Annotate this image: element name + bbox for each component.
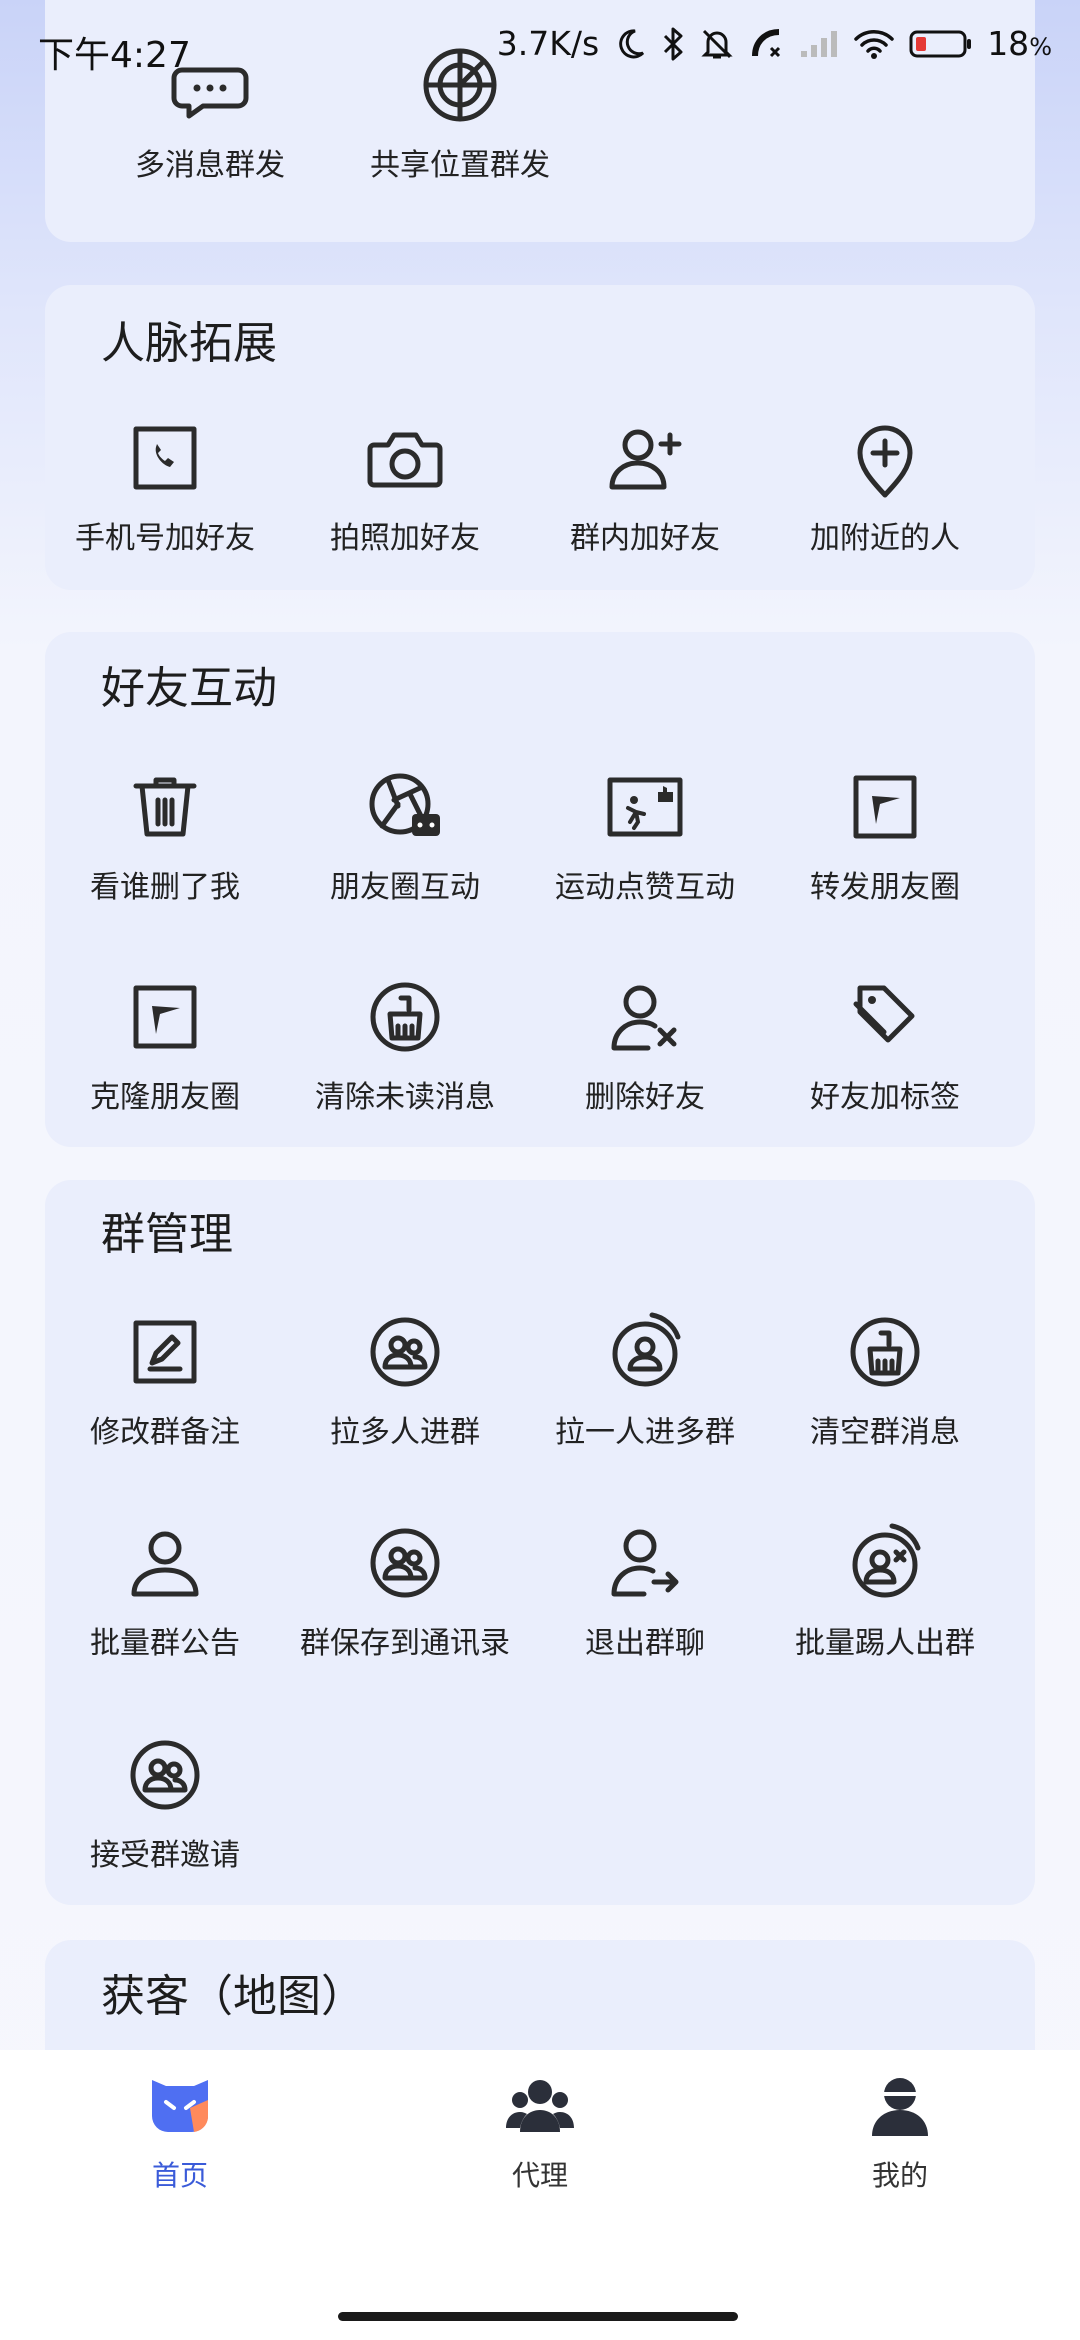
status-time: 下午4:27 (38, 35, 191, 76)
user-circle-icon (600, 1307, 690, 1397)
camera-icon (360, 413, 450, 503)
edit-group-remark-item[interactable]: 修改群备注 (45, 1307, 285, 1451)
tab-profile[interactable]: 我的 (780, 2070, 1020, 2194)
call-forward-icon (749, 26, 785, 62)
kick-user-icon (840, 1518, 930, 1608)
bell-off-icon (699, 26, 735, 62)
group-accept-icon (120, 1730, 210, 1820)
who-deleted-me-item[interactable]: 看谁删了我 (45, 762, 285, 906)
battery-percent: 18% (987, 24, 1052, 63)
tag-icon (840, 972, 930, 1062)
group-management-card: 群管理 修改群备注 拉多人进群 拉一人进多群 清空群消息 批量群公告 群保存到通… (45, 1180, 1035, 1905)
section-title: 好友互动 (101, 663, 277, 714)
exit-user-icon (600, 1518, 690, 1608)
network-speed: 3.7K/s (496, 24, 600, 63)
forward-moments-item[interactable]: 转发朋友圈 (765, 762, 1005, 906)
battery-icon (909, 29, 973, 59)
clone-icon (120, 972, 210, 1062)
home-logo-icon (144, 2070, 216, 2142)
group-icon (360, 1307, 450, 1397)
remove-user-icon (600, 972, 690, 1062)
pull-many-into-group-item[interactable]: 拉多人进群 (285, 1307, 525, 1451)
clear-group-messages-item[interactable]: 清空群消息 (765, 1307, 1005, 1451)
accept-group-invite-item[interactable]: 接受群邀请 (45, 1730, 285, 1874)
location-plus-icon (840, 413, 930, 503)
agents-icon (504, 2070, 576, 2142)
sport-like-icon (600, 762, 690, 852)
tab-agents[interactable]: 代理 (420, 2070, 660, 2194)
moments-interaction-item[interactable]: 朋友圈互动 (285, 762, 525, 906)
broom-icon (840, 1307, 930, 1397)
section-title: 获客（地图） (101, 1971, 365, 2022)
save-group-to-contacts-item[interactable]: 群保存到通讯录 (285, 1518, 525, 1662)
tab-home[interactable]: 首页 (60, 2070, 300, 2194)
section-title: 人脉拓展 (101, 318, 277, 369)
moon-icon (613, 27, 647, 61)
clear-unread-item[interactable]: 清除未读消息 (285, 972, 525, 1116)
add-by-phone-item[interactable]: 手机号加好友 (45, 413, 285, 557)
status-bar: 下午4:27 3.7K/s 18% (0, 0, 1080, 100)
network-expansion-card: 人脉拓展 手机号加好友 拍照加好友 群内加好友 加附近的人 (45, 285, 1035, 590)
sport-like-item[interactable]: 运动点赞互动 (525, 762, 765, 906)
phone-icon (120, 413, 210, 503)
broom-icon (360, 972, 450, 1062)
user-icon (120, 1518, 210, 1608)
bluetooth-icon (661, 26, 685, 62)
trash-icon (120, 762, 210, 852)
section-title: 群管理 (101, 1209, 233, 1260)
add-in-group-item[interactable]: 群内加好友 (525, 413, 765, 557)
delete-friend-item[interactable]: 删除好友 (525, 972, 765, 1116)
add-user-icon (600, 413, 690, 503)
add-by-photo-item[interactable]: 拍照加好友 (285, 413, 525, 557)
forward-icon (840, 762, 930, 852)
friend-tag-item[interactable]: 好友加标签 (765, 972, 1005, 1116)
pull-one-into-many-item[interactable]: 拉一人进多群 (525, 1307, 765, 1451)
wifi-icon (853, 28, 895, 60)
cellular-signal-icon (799, 29, 839, 59)
friend-interaction-card: 好友互动 看谁删了我 朋友圈互动 运动点赞互动 转发朋友圈 克隆朋友圈 清除未读… (45, 632, 1035, 1147)
group-save-icon (360, 1518, 450, 1608)
edit-icon (120, 1307, 210, 1397)
add-nearby-item[interactable]: 加附近的人 (765, 413, 1005, 557)
profile-icon (864, 2070, 936, 2142)
exit-group-item[interactable]: 退出群聊 (525, 1518, 765, 1662)
status-right: 3.7K/s 18% (497, 24, 1052, 63)
batch-group-notice-item[interactable]: 批量群公告 (45, 1518, 285, 1662)
batch-kick-item[interactable]: 批量踢人出群 (765, 1518, 1005, 1662)
clone-moments-item[interactable]: 克隆朋友圈 (45, 972, 285, 1116)
moments-chat-icon (360, 762, 450, 852)
home-indicator[interactable] (338, 2312, 738, 2321)
